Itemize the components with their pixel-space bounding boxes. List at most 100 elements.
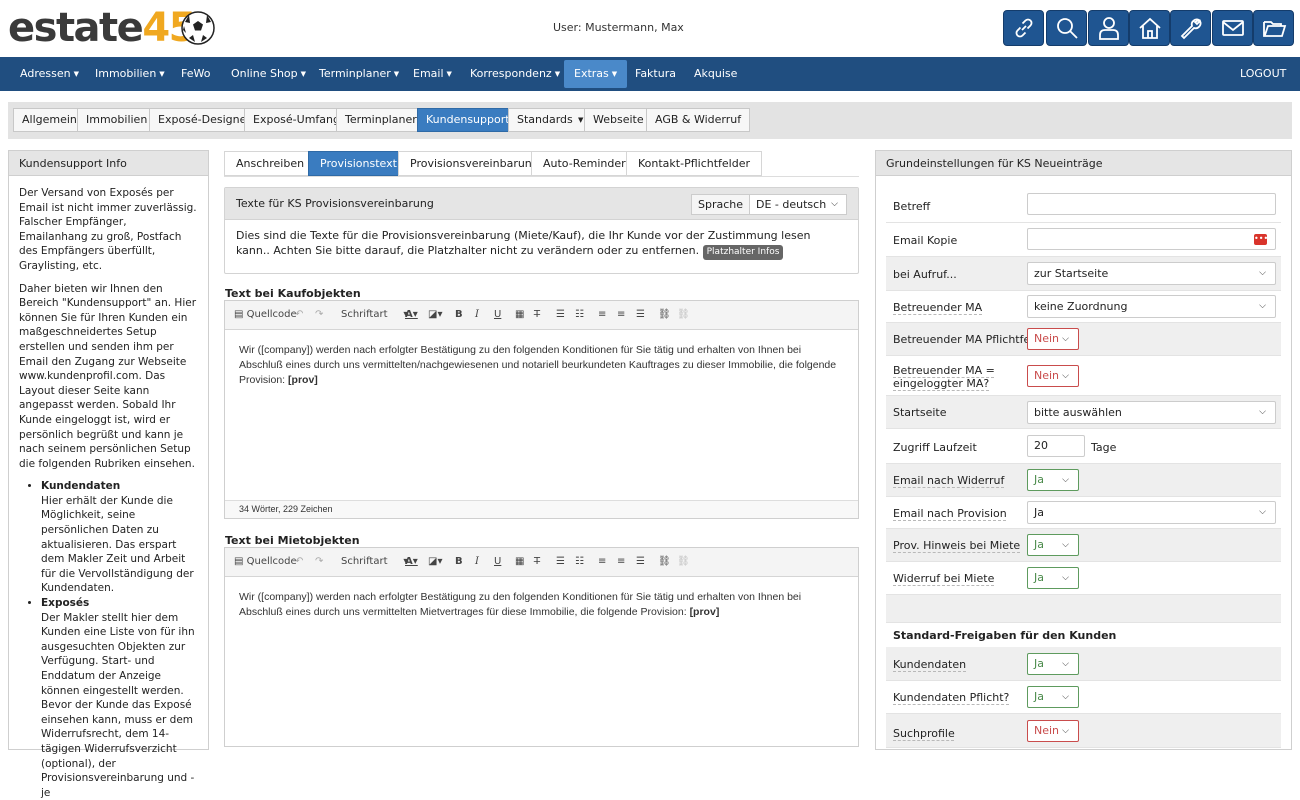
- suchprofile-select[interactable]: Nein ⌵: [1027, 720, 1079, 742]
- underline-icon[interactable]: U: [494, 309, 501, 321]
- betreuender-ma-select[interactable]: keine Zuordnung ⌵: [1027, 295, 1276, 318]
- tab-anschreiben[interactable]: Anschreiben: [224, 151, 317, 176]
- tab-auto-reminder[interactable]: Auto-Reminder: [531, 151, 638, 176]
- nav-online-shop[interactable]: Online Shop ▼: [221, 57, 316, 91]
- italic-icon[interactable]: I: [475, 556, 479, 568]
- list-item: KundendatenHier erhält der Kunde die Mög…: [41, 479, 198, 596]
- field-label: Startseite: [893, 406, 947, 419]
- field-label: Betreuender MA: [893, 301, 983, 314]
- unlink-icon[interactable]: ⛓: [677, 309, 690, 321]
- bullet-list-icon[interactable]: ☷: [575, 556, 584, 568]
- folder-icon[interactable]: [1253, 10, 1294, 46]
- underline-icon[interactable]: U: [494, 556, 501, 568]
- redo-icon[interactable]: ↷: [315, 556, 323, 568]
- email-kopie-input[interactable]: •••: [1027, 228, 1276, 250]
- betreff-input[interactable]: [1027, 193, 1276, 215]
- nav-korrespondenz[interactable]: Korrespondenz ▼: [460, 57, 570, 91]
- subtab-allgemein[interactable]: Allgemein: [13, 108, 86, 132]
- align-justify-icon[interactable]: ☰: [636, 309, 645, 321]
- bullet-list-icon[interactable]: ☷: [575, 309, 584, 321]
- numbered-list-icon[interactable]: ☰: [556, 309, 565, 321]
- nav-akquise[interactable]: Akquise: [684, 57, 747, 91]
- kundendaten-select[interactable]: Ja ⌵: [1027, 653, 1079, 675]
- startseite-select[interactable]: bitte auswählen ⌵: [1027, 401, 1276, 424]
- subtab-kundensupport[interactable]: Kundensupport: [417, 108, 519, 132]
- ma-eingeloggt-select[interactable]: Nein ⌵: [1027, 365, 1079, 387]
- numbered-list-icon[interactable]: ☰: [556, 556, 565, 568]
- subtab-terminplaner[interactable]: Terminplaner: [336, 108, 426, 132]
- align-center-icon[interactable]: ≡: [617, 556, 625, 568]
- text-color-icon[interactable]: A▾: [405, 309, 418, 321]
- format-icon[interactable]: ▦: [515, 309, 524, 321]
- tab-provisionsvereinbarung[interactable]: Provisionsvereinbarung: [398, 151, 551, 176]
- zugriff-laufzeit-input[interactable]: 20: [1027, 435, 1085, 457]
- bei-aufruf-select[interactable]: zur Startseite ⌵: [1027, 262, 1276, 285]
- italic-icon[interactable]: I: [475, 309, 479, 321]
- subtab-immobilien[interactable]: Immobilien: [77, 108, 157, 132]
- undo-icon[interactable]: ↶: [295, 309, 303, 321]
- format-icon[interactable]: ▦: [515, 556, 524, 568]
- chevron-down-icon: ⌵: [1062, 573, 1069, 583]
- bg-color-icon[interactable]: ◪▾: [428, 309, 442, 321]
- tab-kontakt-pflichtfelder[interactable]: Kontakt-Pflichtfelder: [626, 151, 762, 176]
- row-freigaben-head: Standard-Freigaben für den Kunden: [886, 623, 1281, 647]
- logout-link[interactable]: LOGOUT: [1230, 57, 1296, 91]
- nav-adressen[interactable]: Adressen ▼: [10, 57, 89, 91]
- nav-terminplaner[interactable]: Terminplaner ▼: [309, 57, 409, 91]
- nav-extras[interactable]: Extras ▼: [564, 60, 628, 88]
- kundendaten-pflicht-select[interactable]: Ja ⌵: [1027, 686, 1079, 708]
- home-icon[interactable]: [1129, 10, 1170, 46]
- language-select[interactable]: Sprache DE - deutsch ⌵: [690, 194, 847, 215]
- link-icon[interactable]: [1003, 10, 1044, 46]
- chevron-down-icon: ⌵: [1062, 540, 1069, 550]
- user-icon[interactable]: [1088, 10, 1129, 46]
- align-justify-icon[interactable]: ☰: [636, 556, 645, 568]
- font-select[interactable]: Schriftart ▾: [341, 556, 408, 568]
- widerruf-miete-select[interactable]: Ja ⌵: [1027, 567, 1079, 589]
- subtab-standards[interactable]: Standards ▼: [508, 108, 593, 132]
- unlink-icon[interactable]: ⛓: [677, 556, 690, 568]
- address-picker-icon[interactable]: •••: [1254, 234, 1268, 245]
- undo-icon[interactable]: ↶: [295, 556, 303, 568]
- subtab-webseite[interactable]: Webseite: [584, 108, 653, 132]
- info-title: Texte für KS Provisionsvereinbarung: [236, 197, 434, 210]
- miete-editor[interactable]: ▤ Quellcode ↶ ↷ Schriftart ▾ A▾ ◪▾ B I U…: [224, 547, 859, 747]
- row-startseite: Startseite bitte auswählen ⌵: [886, 396, 1281, 429]
- language-value[interactable]: DE - deutsch ⌵: [750, 195, 846, 214]
- kauf-editor[interactable]: ▤ Quellcode ↶ ↷ Schriftart ▾ A▾ ◪▾ B I U…: [224, 300, 859, 519]
- bg-color-icon[interactable]: ◪▾: [428, 556, 442, 568]
- align-center-icon[interactable]: ≡: [617, 309, 625, 321]
- align-left-icon[interactable]: ≡: [598, 309, 606, 321]
- email-provision-select[interactable]: Ja ⌵: [1027, 501, 1276, 524]
- subtab-expose-umfang[interactable]: Exposé-Umfang: [244, 108, 349, 132]
- email-widerruf-select[interactable]: Ja ⌵: [1027, 469, 1079, 491]
- text-color-icon[interactable]: A▾: [405, 556, 418, 568]
- remove-format-icon[interactable]: T̶: [534, 556, 540, 568]
- link-icon[interactable]: ⛓: [658, 556, 671, 568]
- subtab-agb-widerruf[interactable]: AGB & Widerruf: [646, 108, 751, 132]
- prov-hinweis-select[interactable]: Ja ⌵: [1027, 534, 1079, 556]
- placeholder-info-button[interactable]: Platzhalter Infos: [702, 244, 784, 260]
- bold-icon[interactable]: B: [455, 556, 463, 568]
- align-left-icon[interactable]: ≡: [598, 556, 606, 568]
- tab-provisionstext[interactable]: Provisionstext: [308, 151, 409, 176]
- mail-icon[interactable]: [1212, 10, 1253, 46]
- wrench-icon[interactable]: [1170, 10, 1211, 46]
- source-button[interactable]: ▤ Quellcode: [234, 556, 297, 568]
- logo[interactable]: estate45: [8, 6, 196, 50]
- search-icon[interactable]: [1046, 10, 1087, 46]
- redo-icon[interactable]: ↷: [315, 309, 323, 321]
- editor-content[interactable]: Wir ([company]) werden nach erfolgter Be…: [225, 577, 858, 633]
- field-label: Kundendaten Pflicht?: [893, 691, 1010, 704]
- bold-icon[interactable]: B: [455, 309, 463, 321]
- nav-email[interactable]: Email ▼: [403, 57, 462, 91]
- ma-pflichtfeld-select[interactable]: Nein ⌵: [1027, 328, 1079, 350]
- font-select[interactable]: Schriftart ▾: [341, 309, 408, 321]
- source-button[interactable]: ▤ Quellcode: [234, 309, 297, 321]
- remove-format-icon[interactable]: T̶: [534, 309, 540, 321]
- editor-content[interactable]: Wir ([company]) werden nach erfolgter Be…: [225, 330, 858, 401]
- link-icon[interactable]: ⛓: [658, 309, 671, 321]
- nav-fewo[interactable]: FeWo: [171, 57, 220, 91]
- nav-immobilien[interactable]: Immobilien ▼: [85, 57, 175, 91]
- nav-faktura[interactable]: Faktura: [625, 57, 686, 91]
